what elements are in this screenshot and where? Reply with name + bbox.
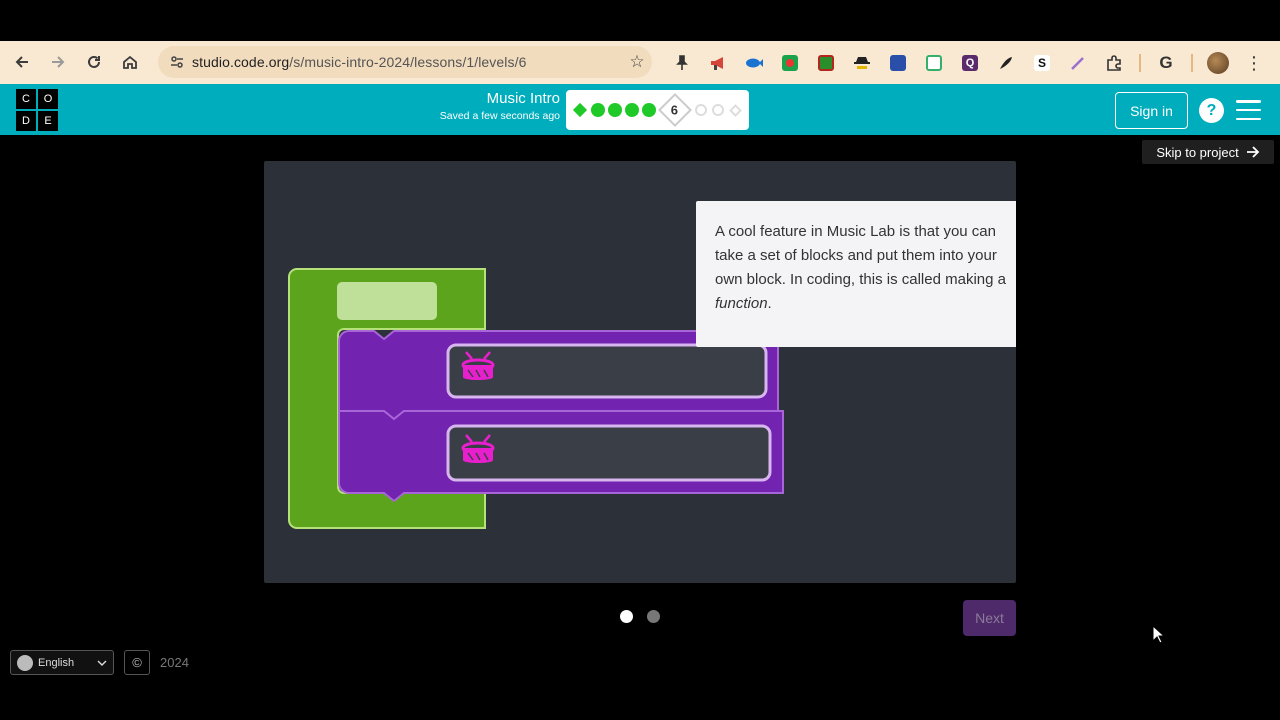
slide-pager — [620, 610, 660, 623]
bookmark-star-icon[interactable]: ☆ — [622, 52, 652, 72]
page-footer: English © 2024 — [10, 650, 189, 675]
help-icon[interactable]: ? — [1199, 98, 1224, 123]
pager-dot-active[interactable] — [620, 610, 633, 623]
language-select[interactable]: English — [10, 650, 114, 675]
url-path: /s/music-intro-2024/lessons/1/levels/6 — [289, 54, 527, 70]
level-9-diamond[interactable] — [729, 103, 742, 117]
language-value: English — [38, 656, 75, 669]
hamburger-menu-icon[interactable] — [1236, 100, 1261, 120]
puzzle-extensions-icon[interactable] — [1096, 45, 1132, 81]
skip-label: Skip to project — [1156, 144, 1239, 160]
url-text: studio.code.org/s/music-intro-2024/lesso… — [192, 54, 622, 70]
q-extension-icon[interactable]: Q — [952, 45, 988, 81]
level-1-diamond[interactable] — [572, 102, 588, 118]
current-level[interactable]: 6 — [658, 93, 692, 127]
logo-letter: D — [16, 111, 36, 131]
google-icon[interactable]: G — [1148, 45, 1184, 81]
sound-field-1 — [446, 343, 768, 399]
s-extension-icon[interactable]: S — [1024, 45, 1060, 81]
next-button[interactable]: Next — [963, 600, 1016, 636]
clipboard-extension-icon[interactable] — [916, 45, 952, 81]
browser-toolbar: studio.code.org/s/music-intro-2024/lesso… — [0, 41, 1280, 84]
address-bar[interactable]: studio.code.org/s/music-intro-2024/lesso… — [158, 46, 652, 78]
home-icon[interactable] — [112, 44, 148, 80]
toolbar-divider — [1191, 53, 1193, 72]
callout-emphasis: function — [715, 295, 768, 312]
forward-arrow-icon[interactable] — [40, 44, 76, 80]
logo-letter: O — [38, 89, 58, 109]
skip-to-project-button[interactable]: Skip to project — [1142, 140, 1274, 164]
extensions-bar: Q S G ⋮ — [664, 41, 1272, 84]
code-org-logo[interactable]: C O D E — [16, 89, 58, 131]
instruction-panel: A cool feature in Music Lab is that you … — [264, 161, 1016, 583]
sign-in-button[interactable]: Sign in — [1115, 92, 1188, 129]
green-square-extension-icon[interactable] — [808, 45, 844, 81]
arrow-right-icon — [1246, 146, 1259, 158]
profile-avatar[interactable] — [1200, 45, 1236, 81]
screen: studio.code.org/s/music-intro-2024/lesso… — [0, 0, 1280, 720]
level-3-dot[interactable] — [608, 103, 622, 117]
back-arrow-icon[interactable] — [4, 44, 40, 80]
reload-icon[interactable] — [76, 44, 112, 80]
callout-text: A cool feature in Music Lab is that you … — [715, 223, 1006, 288]
callout-period: . — [767, 295, 772, 312]
logo-letter: C — [16, 89, 36, 109]
kebab-menu-icon[interactable]: ⋮ — [1236, 45, 1272, 81]
record-extension-icon[interactable] — [772, 45, 808, 81]
lesson-title[interactable]: Music Intro — [430, 90, 560, 107]
fish-extension-icon[interactable] — [736, 45, 772, 81]
instruction-callout: A cool feature in Music Lab is that you … — [696, 201, 1016, 347]
megaphone-extension-icon[interactable] — [700, 45, 736, 81]
site-header: C O D E Music Intro Saved a few seconds … — [0, 84, 1280, 135]
logo-letter: E — [38, 111, 58, 131]
level-7-dot[interactable] — [695, 104, 707, 116]
level-8-dot[interactable] — [712, 104, 724, 116]
save-status: Saved a few seconds ago — [439, 110, 560, 122]
copyright-year: 2024 — [160, 655, 189, 670]
main-content: Skip to project A cool feature in Music … — [0, 135, 1280, 680]
copyright-icon[interactable]: © — [124, 650, 150, 675]
photo-extension-icon[interactable] — [880, 45, 916, 81]
function-name-slot — [337, 282, 437, 320]
site-settings-icon[interactable] — [162, 55, 192, 69]
chevron-down-icon — [97, 660, 107, 666]
level-2-dot[interactable] — [591, 103, 605, 117]
pin-icon[interactable] — [664, 45, 700, 81]
sound-field-2 — [446, 424, 772, 482]
url-host: studio.code.org — [192, 54, 290, 70]
pen-extension-icon[interactable] — [1060, 45, 1096, 81]
toolbar-divider — [1139, 53, 1141, 72]
current-level-number: 6 — [671, 102, 679, 118]
level-4-dot[interactable] — [625, 103, 639, 117]
level-5-dot[interactable] — [642, 103, 656, 117]
mouse-cursor-icon — [1152, 625, 1166, 644]
globe-icon — [17, 654, 33, 671]
quill-extension-icon[interactable] — [988, 45, 1024, 81]
level-progress: 6 — [566, 90, 749, 130]
pager-dot[interactable] — [647, 610, 660, 623]
spy-extension-icon[interactable] — [844, 45, 880, 81]
